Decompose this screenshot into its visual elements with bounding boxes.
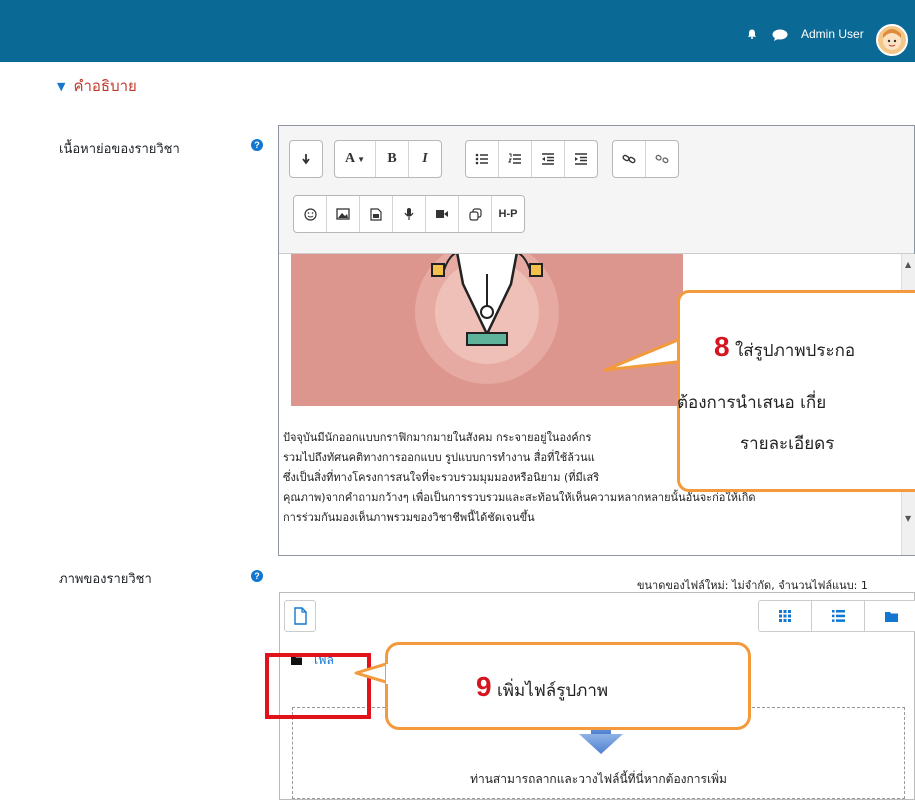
toolbar-group-expand	[289, 140, 323, 178]
expand-icon	[302, 154, 310, 165]
callout-8-line2: ต้องการนำเสนอ เกี่ย	[677, 393, 827, 413]
indent-icon	[575, 153, 587, 165]
ordered-list-button[interactable]	[499, 141, 532, 177]
callout-8-number: 8	[714, 331, 730, 362]
user-name[interactable]: Admin User	[801, 27, 864, 41]
indent-button[interactable]	[565, 141, 597, 177]
bold-button[interactable]: B	[376, 141, 409, 177]
chat-icon[interactable]	[772, 29, 788, 41]
callout-8-line3: รายละเอียดร	[740, 434, 835, 454]
scroll-up-icon[interactable]: ▲	[905, 260, 911, 269]
grid-view-button[interactable]	[759, 601, 812, 631]
list-view-button[interactable]	[812, 601, 865, 631]
outdent-button[interactable]	[532, 141, 565, 177]
callout-9-text: เพิ่มไฟล์รูปภาพ	[496, 681, 609, 701]
record-video-icon	[436, 210, 448, 218]
link-icon	[622, 154, 636, 164]
callout-9-joint	[386, 664, 394, 684]
h5p-button[interactable]: H-P	[492, 196, 524, 232]
toolbar-group-format: A ▼ B I	[334, 140, 442, 178]
outdent-icon	[542, 153, 554, 165]
italic-button[interactable]: I	[409, 141, 441, 177]
manage-files-icon	[468, 207, 482, 221]
list-view-icon	[831, 610, 845, 622]
font-color-button[interactable]: A ▼	[335, 141, 376, 177]
media-button[interactable]	[360, 196, 393, 232]
ordered-list-icon	[508, 153, 521, 164]
unlink-icon	[655, 154, 669, 164]
callout-9: 9 เพิ่มไฟล์รูปภาพ	[385, 642, 751, 730]
media-icon	[370, 207, 382, 221]
toolbar-group-insert: H-P	[293, 195, 525, 233]
h5p-icon: H-P	[498, 208, 518, 220]
toolbar-group-lists	[465, 140, 598, 178]
bold-icon: B	[387, 151, 397, 166]
emoji-icon	[303, 207, 317, 221]
unordered-list-icon	[475, 153, 488, 165]
unlink-button[interactable]	[646, 141, 678, 177]
course-image-label: ภาพของรายวิชา	[59, 572, 152, 587]
add-file-button[interactable]	[284, 600, 316, 632]
view-toggle-group	[758, 600, 915, 632]
emoji-button[interactable]	[294, 196, 327, 232]
callout-8-joint	[680, 326, 690, 366]
callout-8: 8 ใส่รูปภาพประกอ ต้องการนำเสนอ เกี่ย ราย…	[677, 290, 915, 492]
section-toggle-label: คำอธิบาย	[73, 77, 137, 95]
toolbar-group-links	[612, 140, 679, 178]
manage-files-button[interactable]	[459, 196, 492, 232]
tree-view-button[interactable]	[865, 601, 915, 631]
image-icon	[336, 208, 350, 220]
caret-down-icon: ▼	[57, 79, 66, 93]
italic-icon: I	[422, 151, 428, 166]
avatar[interactable]	[876, 24, 908, 56]
bell-icon[interactable]	[747, 29, 757, 39]
course-summary-label: เนื้อหาย่อของรายวิชา	[59, 142, 180, 157]
section-toggle-description[interactable]: ▼ คำอธิบาย	[57, 74, 137, 98]
summary-line: การร่วมกันมองเห็นภาพรวมของวิชาชีพนี้ได้ช…	[283, 511, 535, 524]
record-audio-button[interactable]	[393, 196, 426, 232]
top-navbar: Admin User	[0, 0, 915, 62]
unordered-list-button[interactable]	[466, 141, 499, 177]
help-icon[interactable]: ?	[251, 139, 263, 151]
grid-view-icon	[779, 610, 791, 622]
link-button[interactable]	[613, 141, 646, 177]
record-video-button[interactable]	[426, 196, 459, 232]
help-icon[interactable]: ?	[251, 570, 263, 582]
image-button[interactable]	[327, 196, 360, 232]
tree-view-icon	[884, 611, 898, 622]
record-audio-icon	[404, 208, 414, 220]
file-icon	[294, 607, 307, 625]
scroll-down-icon[interactable]: ▼	[905, 514, 911, 523]
callout-8-line1: ใส่รูปภาพประกอ	[734, 341, 856, 361]
font-color-icon: A	[344, 151, 356, 166]
drop-zone-hint: ท่านสามารถลากและวางไฟล์นี้ที่นี่หากต้องก…	[470, 772, 727, 786]
expand-toolbar-button[interactable]	[290, 141, 322, 177]
callout-9-number: 9	[476, 671, 492, 702]
